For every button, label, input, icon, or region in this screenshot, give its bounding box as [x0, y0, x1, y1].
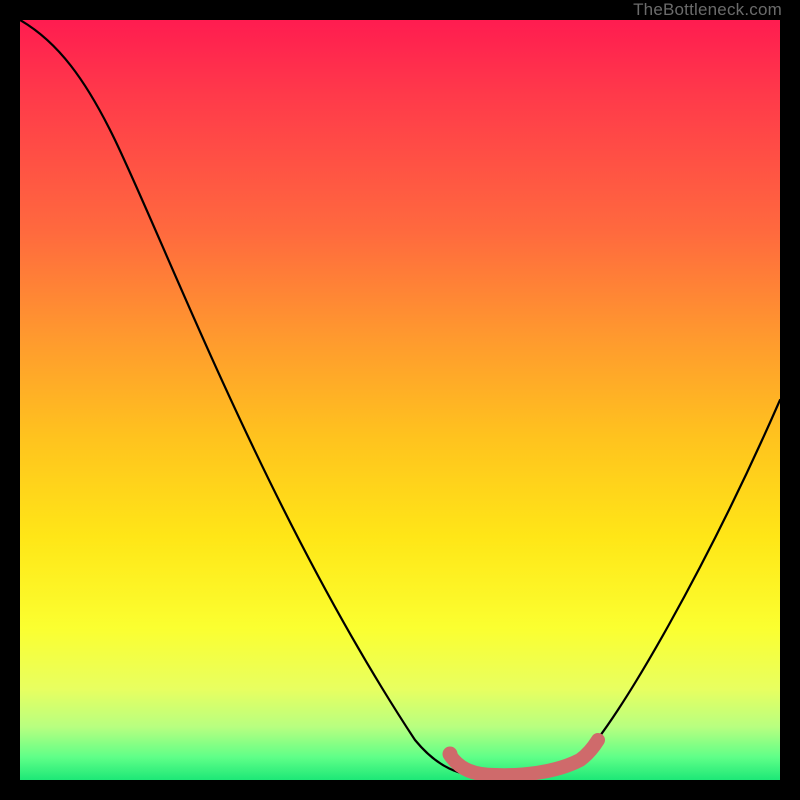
bottleneck-curve — [20, 20, 780, 776]
curve-svg — [20, 20, 780, 780]
chart-frame: TheBottleneck.com — [0, 0, 800, 800]
watermark-text: TheBottleneck.com — [633, 0, 782, 20]
plot-area — [20, 20, 780, 780]
optimal-range-marker — [450, 740, 598, 775]
marker-start-dot — [443, 747, 458, 762]
